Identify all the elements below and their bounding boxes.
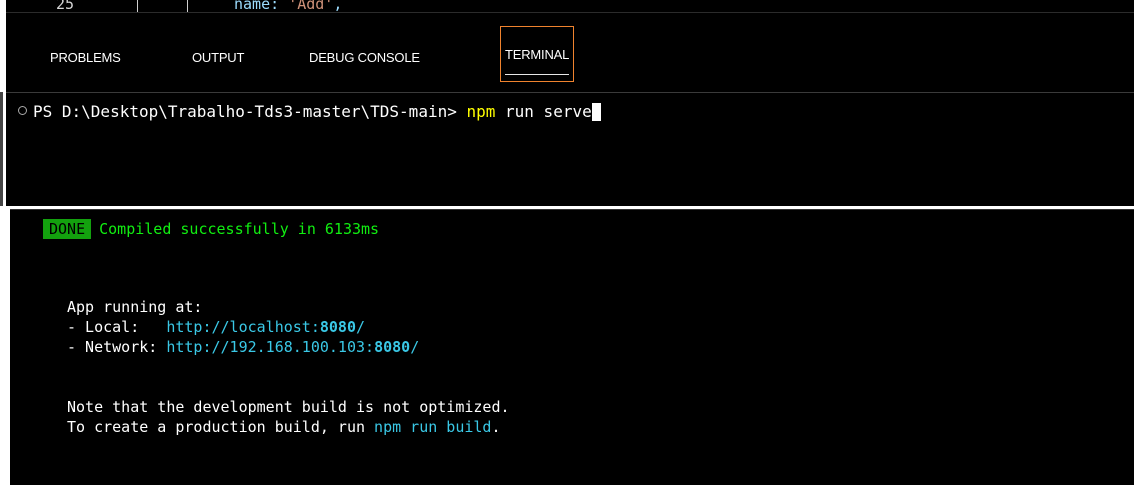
code-snippet: name: 'Add', xyxy=(234,0,343,13)
command-decoration-icon[interactable] xyxy=(18,106,27,115)
production-build-hint: To create a production build, run npm ru… xyxy=(67,418,500,436)
panel-edge xyxy=(0,209,3,484)
panel-edge xyxy=(0,92,3,206)
command-name: npm xyxy=(466,102,496,121)
active-tab-indicator xyxy=(505,74,570,75)
panel-tab-bar: PROBLEMS OUTPUT DEBUG CONSOLE TERMINAL xyxy=(6,26,1134,82)
code-value: 'Add' xyxy=(288,0,334,13)
text-cursor xyxy=(591,102,601,121)
command-line: PS D:\Desktop\Trabalho-Tds3-master\TDS-m… xyxy=(18,102,601,122)
build-note: Note that the development build is not o… xyxy=(67,398,510,416)
editor-code-peek: 25 name: 'Add', xyxy=(6,0,1134,13)
network-url-port: 8080 xyxy=(374,338,411,356)
prompt-text: PS D:\Desktop\Trabalho-Tds3-master\TDS-m… xyxy=(33,102,457,121)
network-label: - Network: xyxy=(67,338,167,356)
terminal-output-panel: DONE Compiled successfully in 6133ms App … xyxy=(10,209,1134,485)
tab-output[interactable]: OUTPUT xyxy=(192,38,244,78)
tab-terminal[interactable]: TERMINAL xyxy=(500,26,575,82)
network-url-suffix: / xyxy=(410,338,420,356)
prod-prefix: To create a production build, run xyxy=(67,418,375,436)
status-badge: DONE xyxy=(43,219,92,239)
local-label: - Local: xyxy=(67,318,167,336)
terminal-input-area[interactable]: PS D:\Desktop\Trabalho-Tds3-master\TDS-m… xyxy=(6,92,1134,207)
indent-guide xyxy=(187,0,188,12)
tab-terminal-label: TERMINAL xyxy=(505,47,570,62)
local-url-host: http://localhost: xyxy=(166,318,320,336)
code-key: name: xyxy=(234,0,280,13)
tab-debug-console[interactable]: DEBUG CONSOLE xyxy=(309,38,420,78)
prod-suffix: . xyxy=(491,418,501,436)
build-status-line: DONE Compiled successfully in 6133ms xyxy=(43,219,380,239)
code-tail: , xyxy=(333,0,343,13)
local-url-port: 8080 xyxy=(319,318,356,336)
app-running-heading: App running at: xyxy=(67,298,203,316)
local-url-link[interactable]: http://localhost:8080/ xyxy=(166,318,365,336)
terminal-panel-top: 25 name: 'Add', PROBLEMS OUTPUT DEBUG CO… xyxy=(6,0,1134,206)
local-url-line: - Local: http://localhost:8080/ xyxy=(67,318,365,336)
network-url-host: http://192.168.100.103: xyxy=(166,338,375,356)
indent-guide xyxy=(137,0,138,12)
network-url-line: - Network: http://192.168.100.103:8080/ xyxy=(67,338,419,356)
tab-problems[interactable]: PROBLEMS xyxy=(50,38,121,78)
prod-command: npm run build xyxy=(374,418,492,436)
command-args: run serve xyxy=(495,102,592,121)
status-message: Compiled successfully in 6133ms xyxy=(99,220,380,238)
network-url-link[interactable]: http://192.168.100.103:8080/ xyxy=(166,338,419,356)
line-number: 25 xyxy=(56,0,75,13)
local-url-suffix: / xyxy=(356,318,366,336)
